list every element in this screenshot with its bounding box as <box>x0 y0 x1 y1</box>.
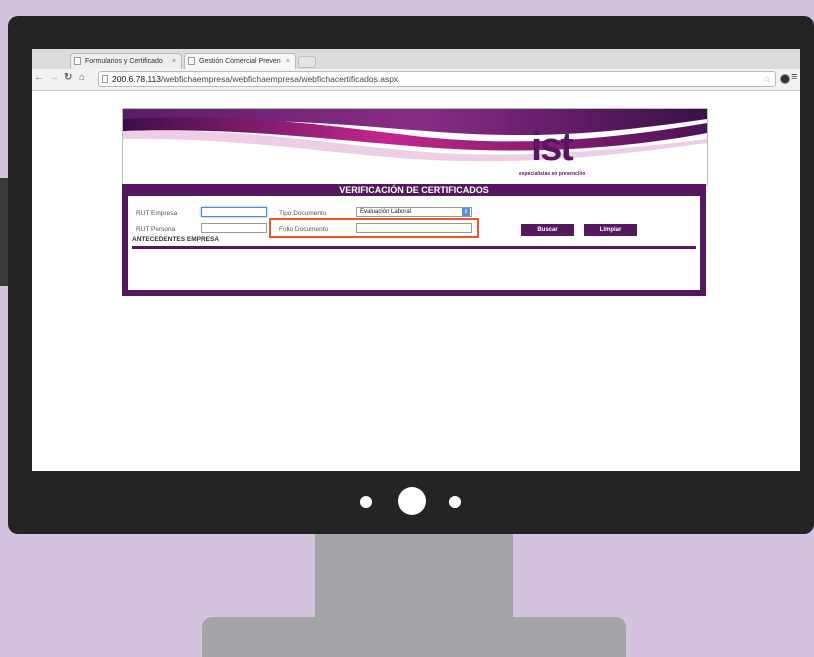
banner-wave-graphic <box>123 109 707 162</box>
panel-title: VERIFICACIÓN DE CERTIFICADOS <box>339 185 489 195</box>
tipo-documento-value: Evaluación Laboral <box>360 209 412 215</box>
browser-tab-formularios[interactable]: Formularios y Certificado × <box>70 53 182 69</box>
rut-persona-label: RUT Persona <box>136 226 176 233</box>
limpiar-button[interactable]: Limpiar <box>584 224 637 236</box>
section-title: ANTECEDENTES EMPRESA <box>132 236 220 243</box>
section-divider <box>132 246 696 249</box>
select-arrows-icon: ⇕ <box>462 208 470 216</box>
ist-logo: ist <box>531 125 574 169</box>
verification-panel: VERIFICACIÓN DE CERTIFICADOS RUT Empresa… <box>122 184 706 296</box>
url-host: 200.6.78.113 <box>112 74 161 84</box>
tipo-documento-select[interactable]: Evaluación Laboral ⇕ <box>356 207 472 217</box>
rut-empresa-label: RUT Empresa <box>136 210 178 217</box>
folio-highlight-box <box>269 218 479 238</box>
page-icon <box>74 57 81 65</box>
bezel-dot-left <box>360 496 372 508</box>
browser-toolbar: ← → ↻ ⌂ 200.6.78.113/webfichaempresa/web… <box>32 69 800 91</box>
bezel-dot-right <box>449 496 461 508</box>
reload-icon[interactable]: ↻ <box>64 72 72 83</box>
monitor-stand-neck <box>315 533 513 621</box>
address-bar[interactable]: 200.6.78.113/webfichaempresa/webfichaemp… <box>98 71 776 87</box>
extension-icon[interactable] <box>780 74 790 84</box>
monitor-stand-base <box>202 617 626 657</box>
ist-header-banner: ist especialistas en prevención <box>122 108 708 186</box>
close-icon[interactable]: × <box>172 54 176 69</box>
bookmark-star-icon[interactable]: ☆ <box>763 72 771 86</box>
page-icon <box>102 75 108 83</box>
new-tab-button[interactable] <box>298 56 316 68</box>
bezel-button-center[interactable] <box>398 487 426 515</box>
monitor-screen: Formularios y Certificado × Gestión Come… <box>32 49 800 471</box>
tab-label: Gestión Comercial Preven <box>199 58 281 65</box>
panel-body: RUT Empresa RUT Persona Tipo Documento E… <box>128 196 700 290</box>
home-icon[interactable]: ⌂ <box>79 72 85 83</box>
url-path: /webfichaempresa/webfichaempresa/webfich… <box>161 74 399 84</box>
browser-tab-strip: Formularios y Certificado × Gestión Come… <box>32 49 800 69</box>
buscar-button[interactable]: Buscar <box>521 224 574 236</box>
rut-persona-input[interactable] <box>201 223 267 233</box>
tipo-documento-label: Tipo Documento <box>279 210 327 217</box>
rut-empresa-input[interactable] <box>201 207 267 217</box>
back-arrow-icon[interactable]: ← <box>34 72 44 83</box>
browser-tab-gestion[interactable]: Gestión Comercial Preven × <box>184 53 296 69</box>
tab-label: Formularios y Certificado <box>85 58 163 65</box>
menu-icon[interactable]: ≡ <box>791 71 797 83</box>
close-icon[interactable]: × <box>286 54 290 69</box>
forward-arrow-icon[interactable]: → <box>49 72 59 83</box>
page-icon <box>188 57 195 65</box>
ist-tagline: especialistas en prevención <box>519 171 586 177</box>
